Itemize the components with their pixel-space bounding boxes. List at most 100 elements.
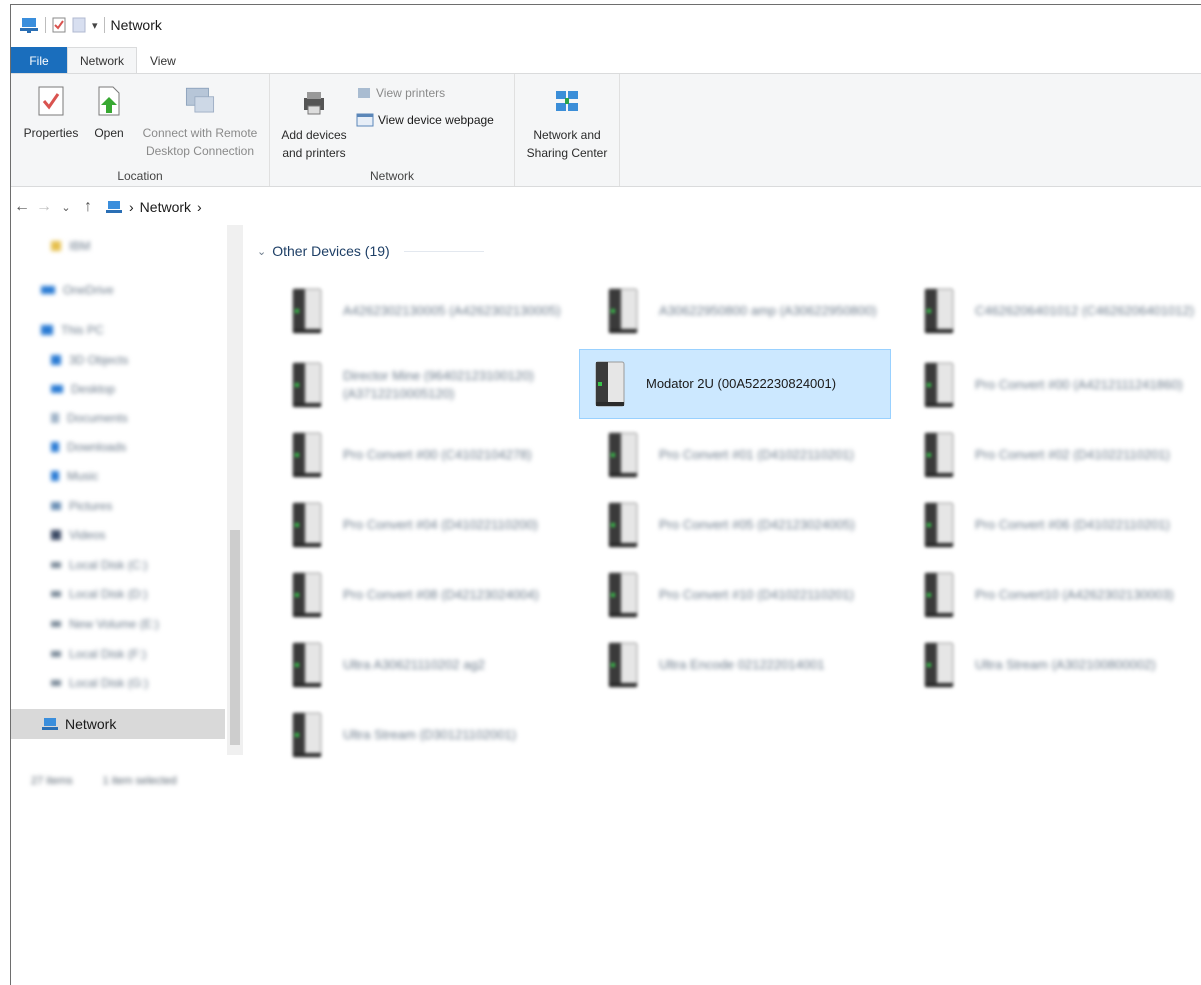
network-group-label: Network bbox=[369, 169, 414, 183]
remote-desktop-button[interactable]: Connect with Remote Desktop Connection bbox=[135, 84, 265, 160]
device-group-header[interactable]: ⌄ Other Devices (19) bbox=[257, 243, 484, 259]
nav-item[interactable]: Local Disk (F:) bbox=[51, 643, 146, 665]
device-icon bbox=[292, 432, 322, 478]
network-icon[interactable] bbox=[19, 16, 39, 34]
breadcrumb-network[interactable]: Network bbox=[140, 199, 191, 215]
nav-item-label: Videos bbox=[69, 528, 106, 542]
device-label: Ultra Stream (A302100800002) bbox=[975, 657, 1156, 672]
device-tile[interactable]: A4262302130005 (A4262302130005) bbox=[277, 277, 587, 345]
network-sharing-center-button[interactable]: Network and Sharing Center bbox=[517, 86, 617, 162]
device-icon bbox=[292, 362, 322, 408]
network-icon bbox=[106, 201, 122, 213]
customize-quick-access-icon[interactable]: ▾ bbox=[92, 19, 98, 32]
properties-button[interactable]: Properties bbox=[19, 84, 83, 142]
nav-item[interactable]: Downloads bbox=[51, 436, 126, 458]
breadcrumb-separator[interactable]: › bbox=[197, 199, 202, 215]
device-tile[interactable]: Pro Convert #01 (D41022110201) bbox=[593, 421, 903, 489]
forward-button[interactable]: → bbox=[33, 198, 55, 216]
device-icon bbox=[924, 362, 954, 408]
add-devices-label: Add devices and printers bbox=[281, 128, 347, 160]
device-label: A30622950800 amp (A30622950800) bbox=[659, 303, 877, 318]
new-folder-icon[interactable] bbox=[72, 17, 86, 33]
nav-item[interactable]: OneDrive bbox=[41, 279, 114, 301]
tab-file[interactable]: File bbox=[11, 47, 67, 74]
device-label: Pro Convert #10 (D41022110201) bbox=[659, 587, 854, 602]
device-label: Pro Convert #01 (D41022110201) bbox=[659, 447, 854, 462]
nav-item[interactable]: Local Disk (G:) bbox=[51, 672, 148, 694]
device-icon bbox=[924, 642, 954, 688]
device-tile[interactable]: Pro Convert #08 (D42123024004) bbox=[277, 561, 587, 629]
breadcrumb-separator[interactable]: › bbox=[129, 199, 134, 215]
status-bar: 27 items 1 item selected bbox=[31, 775, 177, 787]
nav-item[interactable]: New Volume (E:) bbox=[51, 613, 159, 635]
drive-icon bbox=[51, 621, 61, 627]
view-printers-button[interactable]: View printers bbox=[356, 86, 445, 100]
properties-check-icon[interactable] bbox=[52, 17, 66, 33]
device-label: Pro Convert #04 (D41022110200) bbox=[343, 517, 538, 532]
nav-item[interactable]: 3D Objects bbox=[51, 349, 128, 371]
device-tile[interactable]: Pro Convert #02 (D41022110201) bbox=[909, 421, 1201, 489]
device-label: A4262302130005 (A4262302130005) bbox=[343, 303, 561, 318]
nav-item[interactable]: Documents bbox=[51, 407, 128, 429]
device-icon bbox=[292, 502, 322, 548]
nav-item-label: Local Disk (D:) bbox=[69, 587, 148, 601]
nav-item-label: Network bbox=[65, 716, 117, 732]
device-label: Ultra A30621110202 ag2 bbox=[343, 657, 485, 672]
device-icon bbox=[608, 642, 638, 688]
nav-item[interactable]: This PC bbox=[41, 319, 104, 341]
nav-item-label: Local Disk (F:) bbox=[69, 647, 147, 661]
device-tile[interactable]: C4626206401012 (C4626206401012) bbox=[909, 277, 1201, 345]
nav-item[interactable]: Local Disk (C:) bbox=[51, 554, 148, 576]
drive-icon bbox=[51, 562, 61, 568]
device-icon bbox=[608, 288, 638, 334]
device-tile[interactable]: Ultra A30621110202 ag2 bbox=[277, 631, 587, 699]
pictures-icon bbox=[51, 502, 61, 510]
add-devices-button[interactable]: Add devices and printers bbox=[276, 86, 352, 162]
webpage-icon bbox=[356, 113, 374, 127]
tab-network[interactable]: Network bbox=[67, 47, 138, 74]
up-button[interactable]: ↑ bbox=[77, 198, 99, 216]
open-icon bbox=[92, 84, 126, 118]
nav-item[interactable]: Music bbox=[51, 465, 98, 487]
device-label: Pro Convert #00 (C4102104278) bbox=[343, 447, 532, 462]
device-label: Pro Convert10 (A4262302130003) bbox=[975, 587, 1174, 602]
view-device-webpage-button[interactable]: View device webpage bbox=[356, 112, 494, 128]
nav-item[interactable]: Videos bbox=[51, 524, 105, 546]
device-tile[interactable]: Ultra Stream (D30121102001) bbox=[277, 701, 587, 769]
device-tile[interactable]: Pro Convert #06 (D41022110201) bbox=[909, 491, 1201, 559]
device-icon bbox=[924, 432, 954, 478]
sidebar-scrollbar[interactable] bbox=[227, 225, 243, 755]
device-tile[interactable]: Pro Convert #10 (D41022110201) bbox=[593, 561, 903, 629]
videos-icon bbox=[51, 530, 61, 540]
nav-item-network[interactable]: Network bbox=[11, 709, 225, 739]
tab-view[interactable]: View bbox=[137, 47, 189, 74]
view-printers-label: View printers bbox=[376, 86, 446, 100]
network-sharing-icon bbox=[550, 86, 584, 120]
device-tile[interactable]: Ultra Encode 021222014001 bbox=[593, 631, 903, 699]
device-tile[interactable]: Ultra Stream (A302100800002) bbox=[909, 631, 1201, 699]
nav-item-label: Pictures bbox=[69, 499, 113, 513]
device-tile[interactable]: Pro Convert #05 (D42123024005) bbox=[593, 491, 903, 559]
selection-count: 1 item selected bbox=[102, 775, 177, 787]
scrollbar-thumb[interactable] bbox=[230, 530, 240, 745]
documents-icon bbox=[51, 413, 59, 423]
device-tile[interactable]: Director Mine (96402123100120) (A3712210… bbox=[277, 351, 587, 419]
device-tile[interactable]: A30622950800 amp (A30622950800) bbox=[593, 277, 903, 345]
nav-item-label: This PC bbox=[61, 323, 104, 337]
open-button[interactable]: Open bbox=[89, 84, 129, 142]
recent-locations-button[interactable]: ⌄ bbox=[55, 201, 77, 214]
device-icon bbox=[608, 502, 638, 548]
device-icon bbox=[924, 572, 954, 618]
device-tile[interactable]: Modator 2U (00A522230824001) bbox=[579, 349, 891, 419]
nav-item[interactable]: Local Disk (D:) bbox=[51, 583, 148, 605]
device-tile[interactable]: Pro Convert #04 (D41022110200) bbox=[277, 491, 587, 559]
back-button[interactable]: ← bbox=[11, 198, 33, 216]
nav-item[interactable]: Desktop bbox=[51, 378, 115, 400]
device-tile[interactable]: Pro Convert #00 (C4102104278) bbox=[277, 421, 587, 489]
nav-item[interactable]: Pictures bbox=[51, 495, 112, 517]
device-tile[interactable]: Pro Convert10 (A4262302130003) bbox=[909, 561, 1201, 629]
address-bar: ← → ⌄ ↑ › Network › bbox=[11, 191, 1201, 223]
3d-objects-icon bbox=[51, 355, 61, 365]
nav-item[interactable]: IBM bbox=[51, 235, 90, 257]
device-tile[interactable]: Pro Convert #00 (A4212111241860) bbox=[909, 351, 1201, 419]
